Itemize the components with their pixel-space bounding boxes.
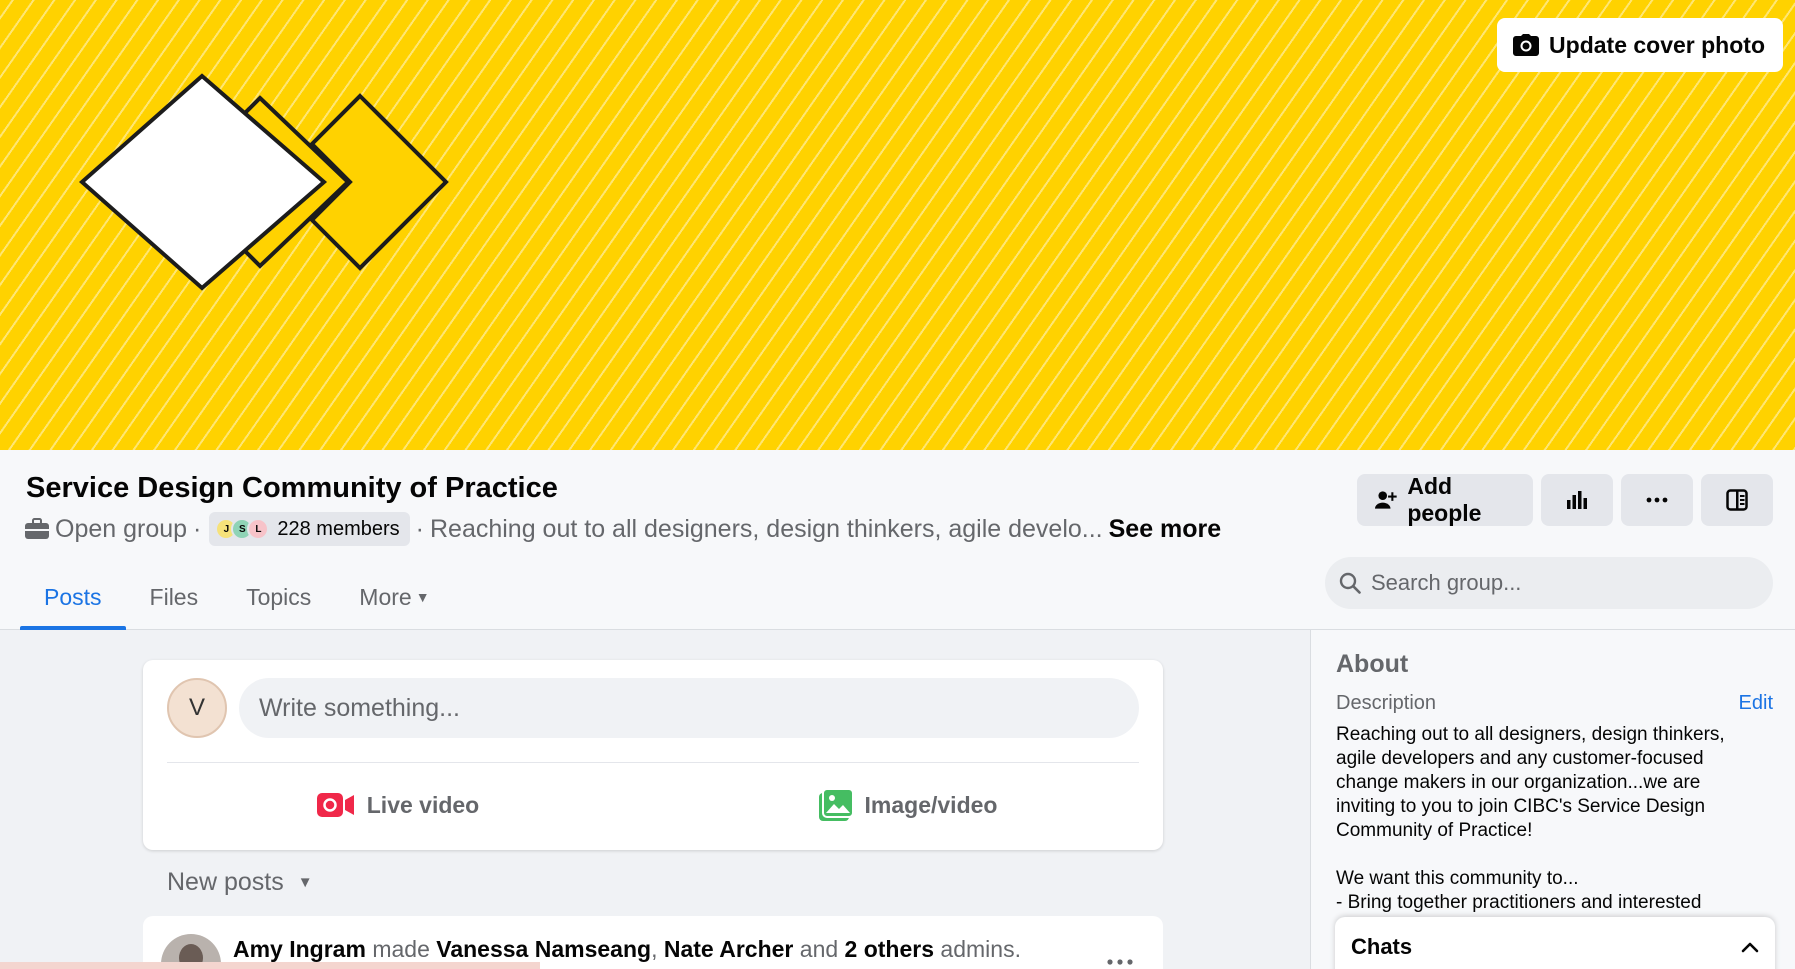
add-person-icon xyxy=(1375,491,1397,509)
chats-label: Chats xyxy=(1351,934,1413,959)
members-count: 228 members xyxy=(277,517,400,540)
tab-posts[interactable]: Posts xyxy=(20,564,126,630)
update-cover-photo-button[interactable]: Update cover photo xyxy=(1497,18,1783,72)
suffix-text: admins. xyxy=(940,936,1021,962)
see-more-link[interactable]: See more xyxy=(1109,515,1222,544)
group-meta: Open group · J S L 228 members · Reachin… xyxy=(25,512,1221,546)
photo-icon xyxy=(818,789,853,821)
privacy-label[interactable]: Open group xyxy=(55,515,187,544)
image-video-button[interactable]: Image/video xyxy=(653,770,1163,840)
tab-topics[interactable]: Topics xyxy=(222,564,335,630)
post-options-button[interactable] xyxy=(1107,944,1133,969)
ellipsis-icon xyxy=(1646,497,1668,503)
briefcase-icon xyxy=(25,518,49,539)
search-icon xyxy=(1339,572,1361,594)
post-composer: V Write something... Live video Image/vi… xyxy=(143,660,1163,850)
search-placeholder: Search group... xyxy=(1371,570,1522,595)
toggle-sidebar-button[interactable] xyxy=(1701,474,1773,526)
separator-dot: · xyxy=(193,514,202,543)
comma: , xyxy=(651,936,658,962)
search-group-input[interactable]: Search group... xyxy=(1325,557,1773,609)
bar-chart-icon xyxy=(1567,491,1587,509)
add-people-label: Add people xyxy=(1407,473,1482,526)
group-header: Service Design Community of Practice Ope… xyxy=(0,450,1795,630)
tab-more-label: More xyxy=(359,583,412,610)
tab-more[interactable]: More ▼ xyxy=(335,564,453,630)
target-link[interactable]: Vanessa Namseang xyxy=(436,936,651,962)
write-placeholder: Write something... xyxy=(259,693,461,722)
description-snippet: Reaching out to all designers, design th… xyxy=(429,514,1103,543)
live-video-label: Live video xyxy=(366,791,480,818)
about-sidebar: About Description Edit Reaching out to a… xyxy=(1310,630,1795,969)
cover-photo: Update cover photo xyxy=(0,0,1795,450)
composer-actions: Live video Image/video xyxy=(143,770,1163,840)
sort-posts-dropdown[interactable]: New posts ▼ xyxy=(167,868,313,897)
member-avatars: J S L xyxy=(215,518,270,540)
actor-link[interactable]: Amy Ingram xyxy=(233,936,366,962)
member-avatar: L xyxy=(247,518,270,540)
group-logo-art xyxy=(78,73,449,291)
group-name[interactable]: Service Design Community of Practice xyxy=(26,472,558,505)
bottom-edge-strip xyxy=(0,962,540,969)
add-people-button[interactable]: Add people xyxy=(1357,473,1533,526)
group-tabs: Posts Files Topics More ▼ xyxy=(20,564,454,630)
insights-button[interactable] xyxy=(1541,474,1613,526)
write-something-input[interactable]: Write something... xyxy=(239,678,1139,738)
edit-description-link[interactable]: Edit xyxy=(1739,692,1773,715)
members-button[interactable]: J S L 228 members xyxy=(209,512,410,546)
ellipsis-icon xyxy=(1107,959,1133,965)
about-heading: About xyxy=(1336,650,1409,678)
update-cover-label: Update cover photo xyxy=(1549,31,1765,58)
chats-bar[interactable]: Chats xyxy=(1335,917,1775,969)
verb-text: made xyxy=(372,936,430,962)
tab-files[interactable]: Files xyxy=(126,564,223,630)
target-link[interactable]: Nate Archer xyxy=(664,936,794,962)
more-options-button[interactable] xyxy=(1621,474,1693,526)
post-header-text: Amy Ingram made Vanessa Namseang, Nate A… xyxy=(233,936,1021,963)
sidebar-panel-icon xyxy=(1726,489,1748,511)
chevron-up-icon xyxy=(1741,942,1759,953)
separator-dot: · xyxy=(415,514,424,543)
description-body: Reaching out to all designers, design th… xyxy=(1336,724,1725,913)
divider xyxy=(167,762,1139,763)
image-video-label: Image/video xyxy=(864,791,998,818)
header-actions: Add people xyxy=(1357,473,1773,526)
new-posts-label: New posts xyxy=(167,868,284,896)
avatar[interactable]: V xyxy=(167,678,227,738)
caret-down-icon: ▼ xyxy=(415,589,430,605)
live-video-button[interactable]: Live video xyxy=(143,770,653,840)
camera-icon xyxy=(1513,34,1540,56)
caret-down-icon: ▼ xyxy=(297,874,313,891)
live-video-icon xyxy=(316,793,354,817)
conj-text: and xyxy=(799,936,839,962)
others-link[interactable]: 2 others xyxy=(845,936,934,962)
description-label: Description xyxy=(1336,692,1437,714)
